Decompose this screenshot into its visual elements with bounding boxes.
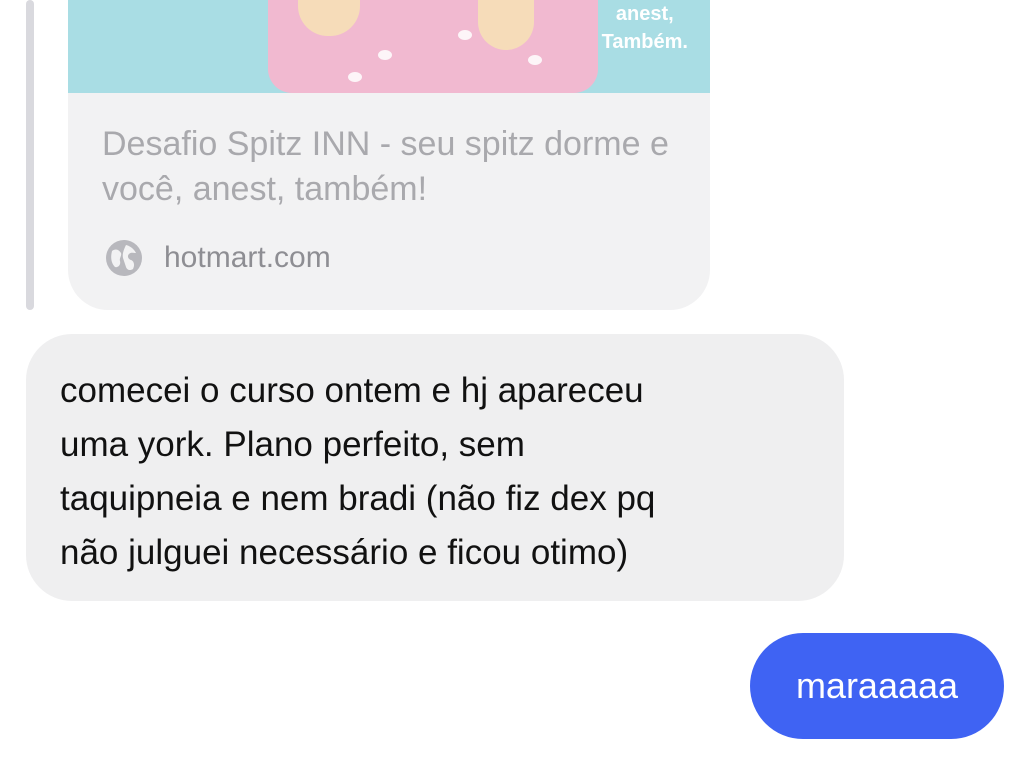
- shirt-pattern-dot: [458, 30, 472, 40]
- outgoing-message-text: maraaaaa: [795, 665, 959, 706]
- link-preview-card[interactable]: anest, Também. Desafio Spitz INN - seu s…: [68, 0, 710, 310]
- shirt-pattern-dot: [348, 72, 362, 82]
- image-caption-line2: Também.: [601, 31, 688, 53]
- incoming-message-bubble[interactable]: comecei o curso ontem e hj apareceu uma …: [26, 334, 844, 601]
- image-caption-line1: anest,: [615, 3, 674, 25]
- outgoing-message-bubble[interactable]: maraaaaa: [750, 633, 1004, 739]
- reply-quote-bar: [26, 0, 34, 310]
- link-preview-image: anest, Também.: [68, 0, 710, 93]
- globe-icon: [104, 238, 144, 278]
- link-preview-title: Desafio Spitz INN - seu spitz dorme e vo…: [102, 125, 669, 208]
- chat-screen: anest, Também. Desafio Spitz INN - seu s…: [0, 0, 1024, 761]
- shirt-pattern-dot: [528, 55, 542, 65]
- shirt-pattern-dot: [378, 50, 392, 60]
- link-preview-domain-row: hotmart.com: [104, 238, 331, 278]
- incoming-message-text: comecei o curso ontem e hj apareceu uma …: [60, 371, 656, 572]
- link-preview-image-caption: anest, Também.: [602, 0, 688, 56]
- link-preview-domain: hotmart.com: [164, 241, 331, 274]
